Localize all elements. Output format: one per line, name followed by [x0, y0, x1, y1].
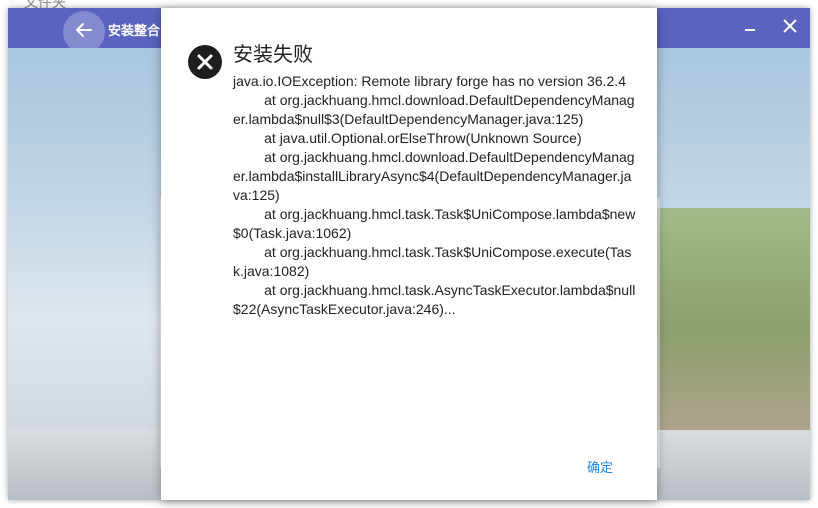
dialog-title: 安装失败: [233, 44, 313, 66]
confirm-button[interactable]: 确定: [581, 455, 619, 478]
install-failed-dialog: 安装失败 java.io.IOException: Remote library…: [161, 8, 657, 500]
close-window-button[interactable]: [778, 16, 802, 40]
back-button[interactable]: [63, 11, 105, 53]
error-message: java.io.IOException: Remote library forg…: [233, 73, 636, 317]
minimize-button[interactable]: [738, 16, 762, 40]
error-circle-x-icon: [188, 45, 222, 79]
close-icon: [782, 18, 798, 39]
minimize-icon: [742, 18, 758, 39]
arrow-left-icon: [74, 20, 94, 45]
window-title: 安装整合: [108, 23, 161, 38]
